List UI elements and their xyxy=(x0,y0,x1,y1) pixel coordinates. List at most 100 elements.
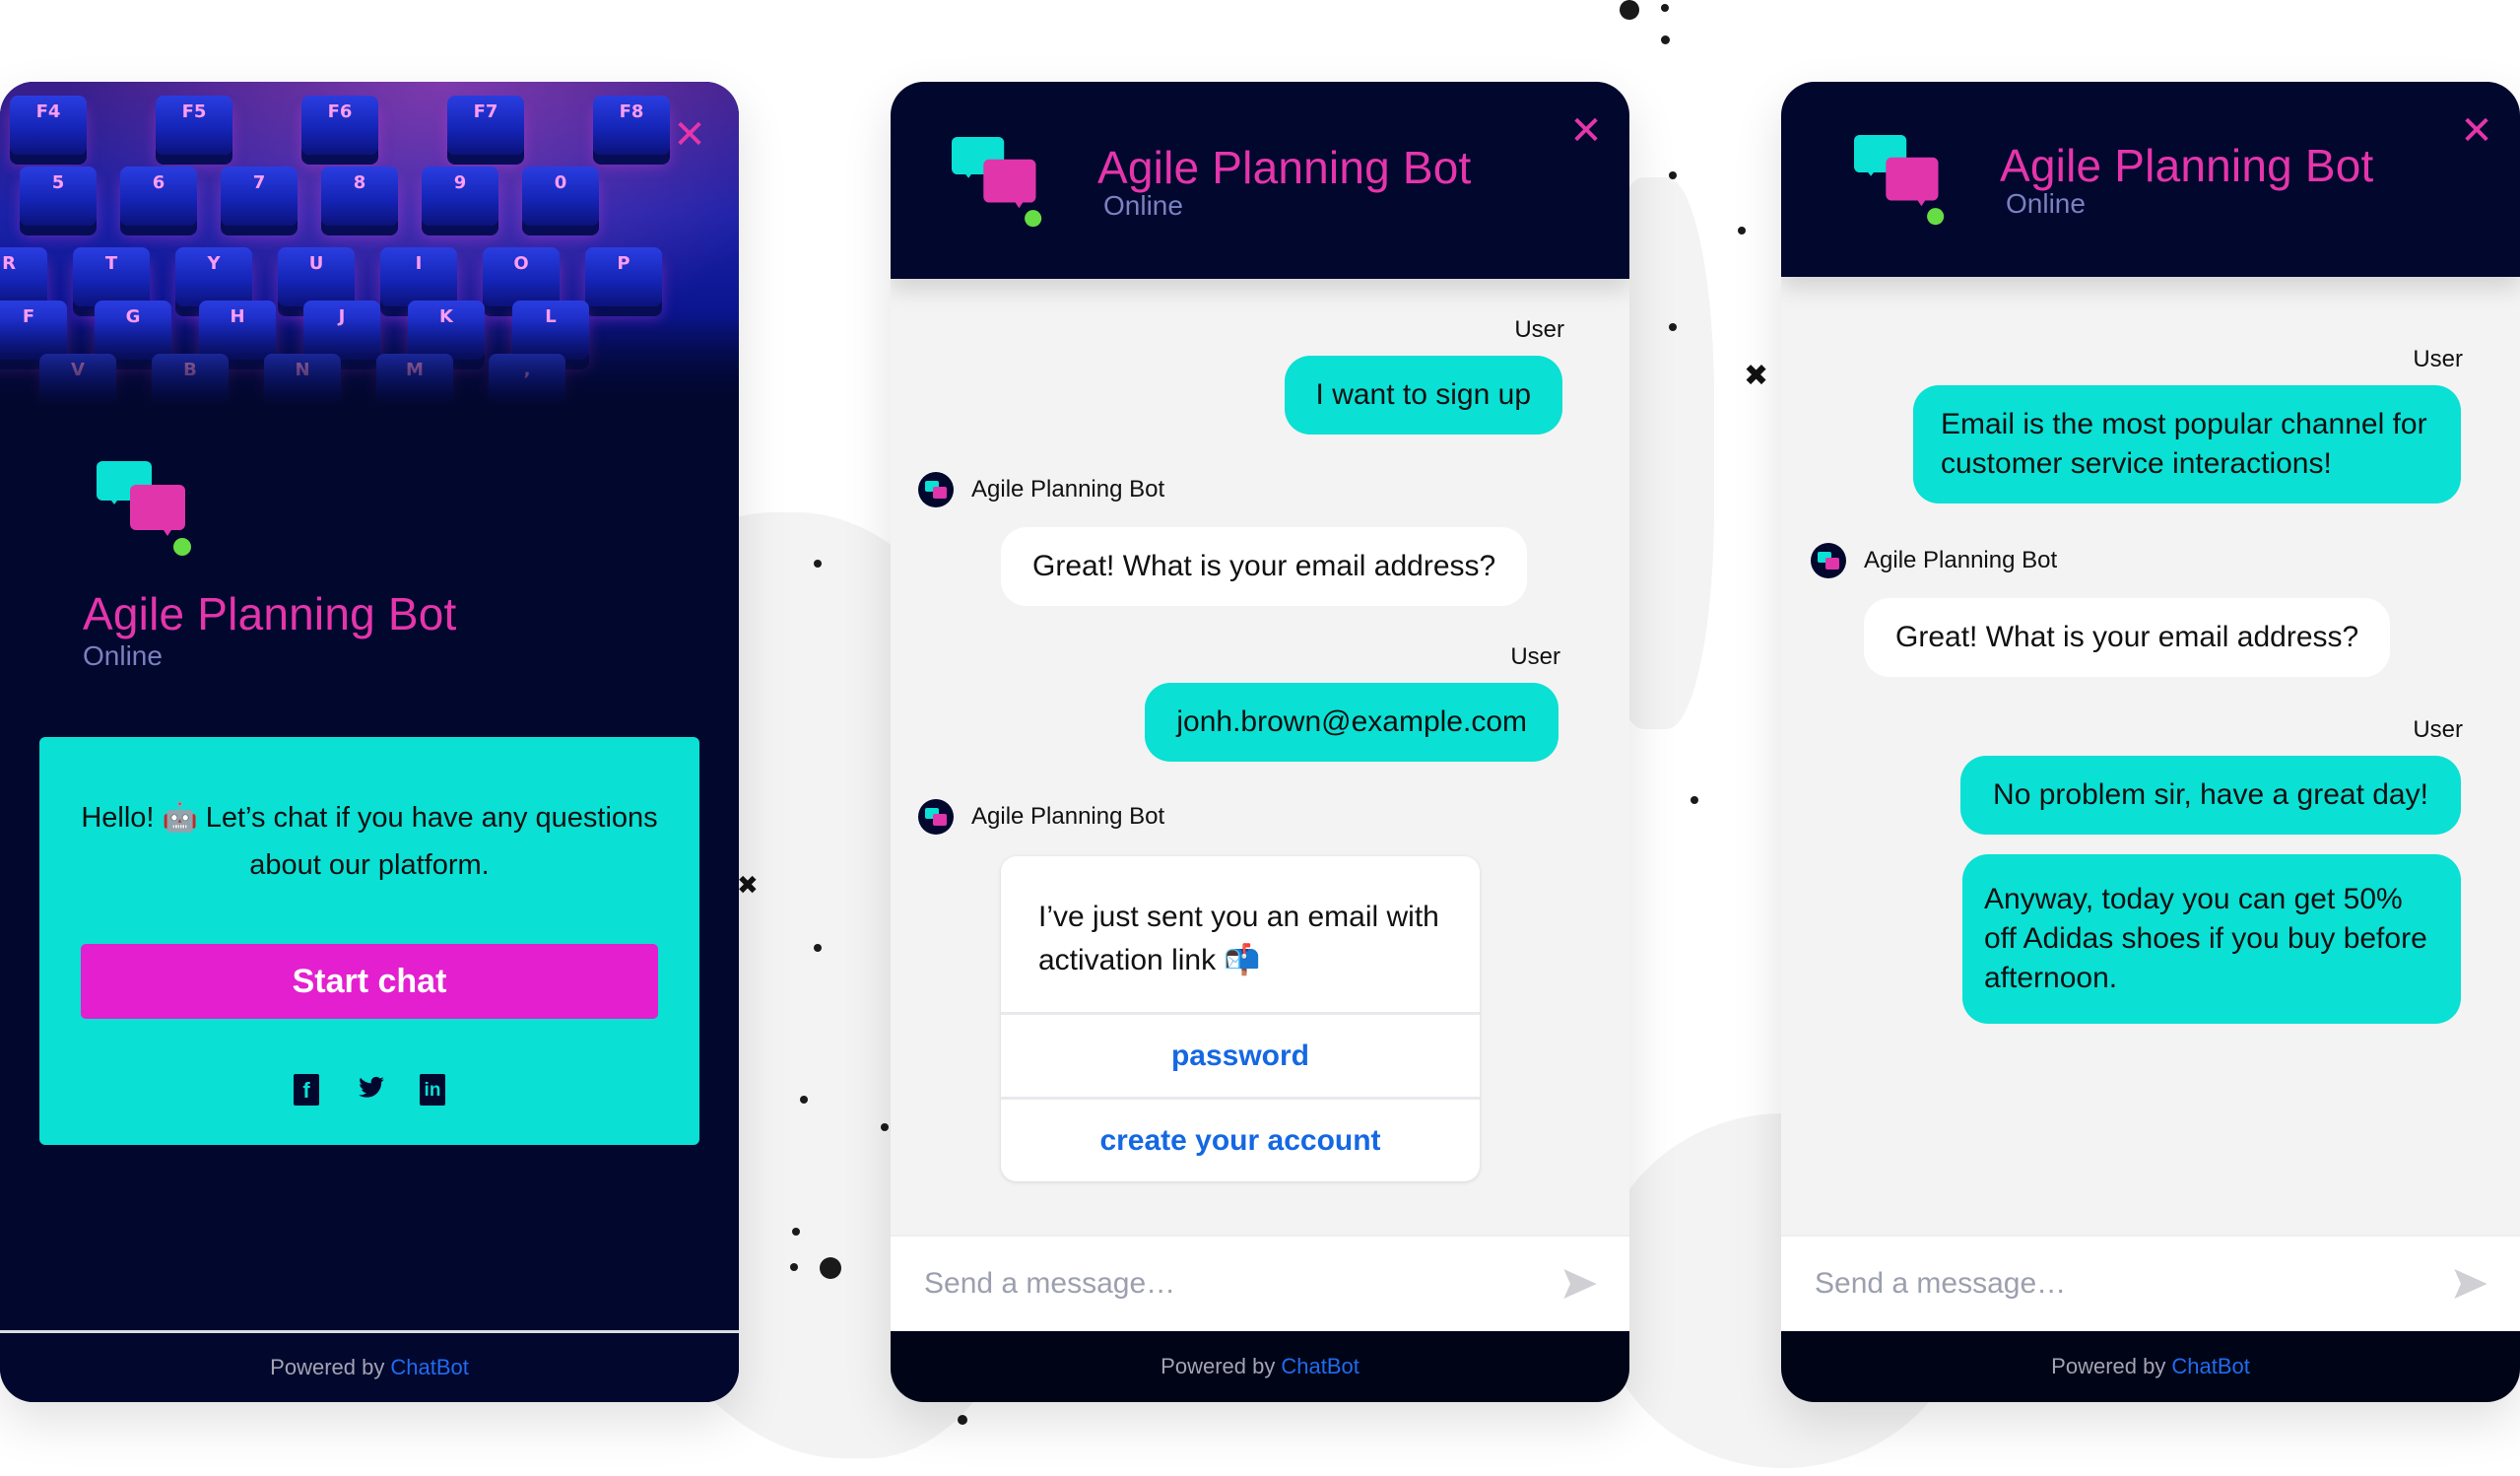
decor-dot xyxy=(820,1257,841,1279)
send-icon[interactable] xyxy=(1560,1264,1600,1304)
bot-author-line: Agile Planning Bot xyxy=(918,799,1562,835)
powered-by-footer: Powered by ChatBot xyxy=(891,1331,1629,1402)
linkedin-icon[interactable]: in xyxy=(420,1074,445,1106)
decor-dot xyxy=(790,1263,798,1271)
keyboard-hero-image: F4F5F6F7F8 567890 RTYUIOP FGHJKL VBNM, xyxy=(0,82,739,407)
bot-status: Online xyxy=(83,640,163,671)
powered-by-footer: Powered by ChatBot xyxy=(1781,1331,2520,1402)
bot-status: Online xyxy=(2006,188,2086,219)
chat-header: Agile Planning Bot Online ✕ xyxy=(891,82,1629,279)
decor-dot xyxy=(800,1096,808,1104)
chatbot-brand-link[interactable]: ChatBot xyxy=(2171,1354,2250,1379)
user-message: No problem sir, have a great day! xyxy=(1960,756,2461,835)
decor-x: ✖ xyxy=(1744,359,1769,393)
decor-dot xyxy=(792,1228,800,1236)
bot-avatar xyxy=(918,472,954,507)
social-links: f in xyxy=(81,1074,658,1106)
bot-intro: Agile Planning Bot Online xyxy=(0,377,739,672)
bot-name: Agile Planning Bot xyxy=(1097,142,1472,193)
keyboard-key: T xyxy=(73,247,150,306)
user-message: jonh.brown@example.com xyxy=(1145,683,1558,762)
welcome-message: Hello! 🤖 Let’s chat if you have any ques… xyxy=(81,802,658,881)
bot-logo-icon xyxy=(97,461,195,560)
bot-logo-icon xyxy=(1854,135,1948,229)
message-composer xyxy=(1781,1235,2520,1331)
decor-dot xyxy=(958,1415,967,1425)
message-author: User xyxy=(1514,316,1564,343)
keyboard-key: U xyxy=(278,247,355,306)
message-author: User xyxy=(2413,716,2463,743)
keyboard-key: O xyxy=(483,247,560,306)
welcome-card: Hello! 🤖 Let’s chat if you have any ques… xyxy=(39,737,699,1145)
message-input[interactable] xyxy=(924,1267,1560,1301)
send-icon[interactable] xyxy=(2451,1264,2490,1304)
decor-dot xyxy=(1691,796,1698,804)
chat-header: Agile Planning Bot Online ✕ xyxy=(1781,82,2520,277)
create-account-button[interactable]: create your account xyxy=(1001,1097,1480,1181)
keyboard-key: F7 xyxy=(447,96,524,155)
message-author: User xyxy=(2413,346,2463,372)
user-message: I want to sign up xyxy=(1284,356,1562,435)
password-button[interactable]: password xyxy=(1001,1012,1480,1097)
keyboard-key: F4 xyxy=(10,96,87,155)
powered-by-label: Powered by xyxy=(1161,1354,1276,1378)
keyboard-key: F6 xyxy=(301,96,378,155)
decor-dot xyxy=(814,560,822,568)
card-text: I’ve just sent you an email with activat… xyxy=(1038,901,1439,976)
close-icon[interactable]: ✕ xyxy=(2457,111,2496,151)
message-list: User I want to sign up Agile Planning Bo… xyxy=(891,279,1629,1235)
twitter-icon[interactable] xyxy=(357,1074,384,1106)
bot-message: Great! What is your email address? xyxy=(1001,527,1528,606)
keyboard-key: 0 xyxy=(522,167,599,226)
bot-message: Great! What is your email address? xyxy=(1864,598,2391,677)
bot-card-message: I’ve just sent you an email with activat… xyxy=(1001,856,1480,1181)
bot-status: Online xyxy=(1103,190,1183,221)
facebook-icon[interactable]: f xyxy=(294,1074,319,1106)
message-input[interactable] xyxy=(1815,1267,2451,1301)
powered-by-label: Powered by xyxy=(2051,1354,2166,1378)
chat-widget-signup: Agile Planning Bot Online ✕ User I want … xyxy=(891,82,1629,1402)
decor-x: ✖ xyxy=(737,871,759,901)
online-indicator xyxy=(1927,208,1945,226)
decor-dot xyxy=(1669,171,1677,179)
bot-logo-icon xyxy=(952,137,1045,231)
message-author: Agile Planning Bot xyxy=(971,476,1165,503)
bot-name: Agile Planning Bot xyxy=(83,588,457,639)
keyboard-key: 8 xyxy=(321,167,398,226)
welcome-widget: F4F5F6F7F8 567890 RTYUIOP FGHJKL VBNM, ✕… xyxy=(0,82,739,1402)
user-message: Anyway, today you can get 50% off Adidas… xyxy=(1962,854,2461,1024)
decor-dot xyxy=(1620,0,1639,20)
powered-by-label: Powered by xyxy=(270,1355,385,1379)
bot-avatar xyxy=(1811,543,1846,578)
close-icon[interactable]: ✕ xyxy=(670,115,709,155)
keyboard-key: 7 xyxy=(221,167,298,226)
decor-dot xyxy=(1669,323,1677,331)
decor-dot xyxy=(1661,4,1669,12)
online-indicator xyxy=(1025,210,1042,228)
keyboard-key: R xyxy=(0,247,47,306)
user-message: Email is the most popular channel for cu… xyxy=(1913,385,2461,503)
keyboard-key: Y xyxy=(175,247,252,306)
bot-avatar xyxy=(918,799,954,835)
message-author: User xyxy=(1510,643,1560,670)
decor-dot xyxy=(881,1123,889,1131)
chat-widget-promo: Agile Planning Bot Online ✕ User Email i… xyxy=(1781,82,2520,1402)
start-chat-button[interactable]: Start chat xyxy=(81,944,658,1019)
online-indicator xyxy=(173,538,191,556)
bot-author-line: Agile Planning Bot xyxy=(918,472,1562,507)
decor-dot xyxy=(1738,227,1746,235)
keyboard-key: F5 xyxy=(156,96,232,155)
message-author: Agile Planning Bot xyxy=(1864,547,2058,573)
chatbot-brand-link[interactable]: ChatBot xyxy=(390,1355,469,1380)
decor-dot xyxy=(1661,35,1670,44)
chatbot-brand-link[interactable]: ChatBot xyxy=(1281,1354,1359,1379)
message-author: Agile Planning Bot xyxy=(971,803,1165,830)
close-icon[interactable]: ✕ xyxy=(1566,111,1606,151)
keyboard-key: F8 xyxy=(593,96,670,155)
bot-name: Agile Planning Bot xyxy=(2000,140,2374,191)
powered-by-footer: Powered by ChatBot xyxy=(0,1333,739,1402)
keyboard-key: 5 xyxy=(20,167,97,226)
keyboard-key: I xyxy=(380,247,457,306)
keyboard-key: 9 xyxy=(422,167,498,226)
keyboard-key: P xyxy=(585,247,662,306)
